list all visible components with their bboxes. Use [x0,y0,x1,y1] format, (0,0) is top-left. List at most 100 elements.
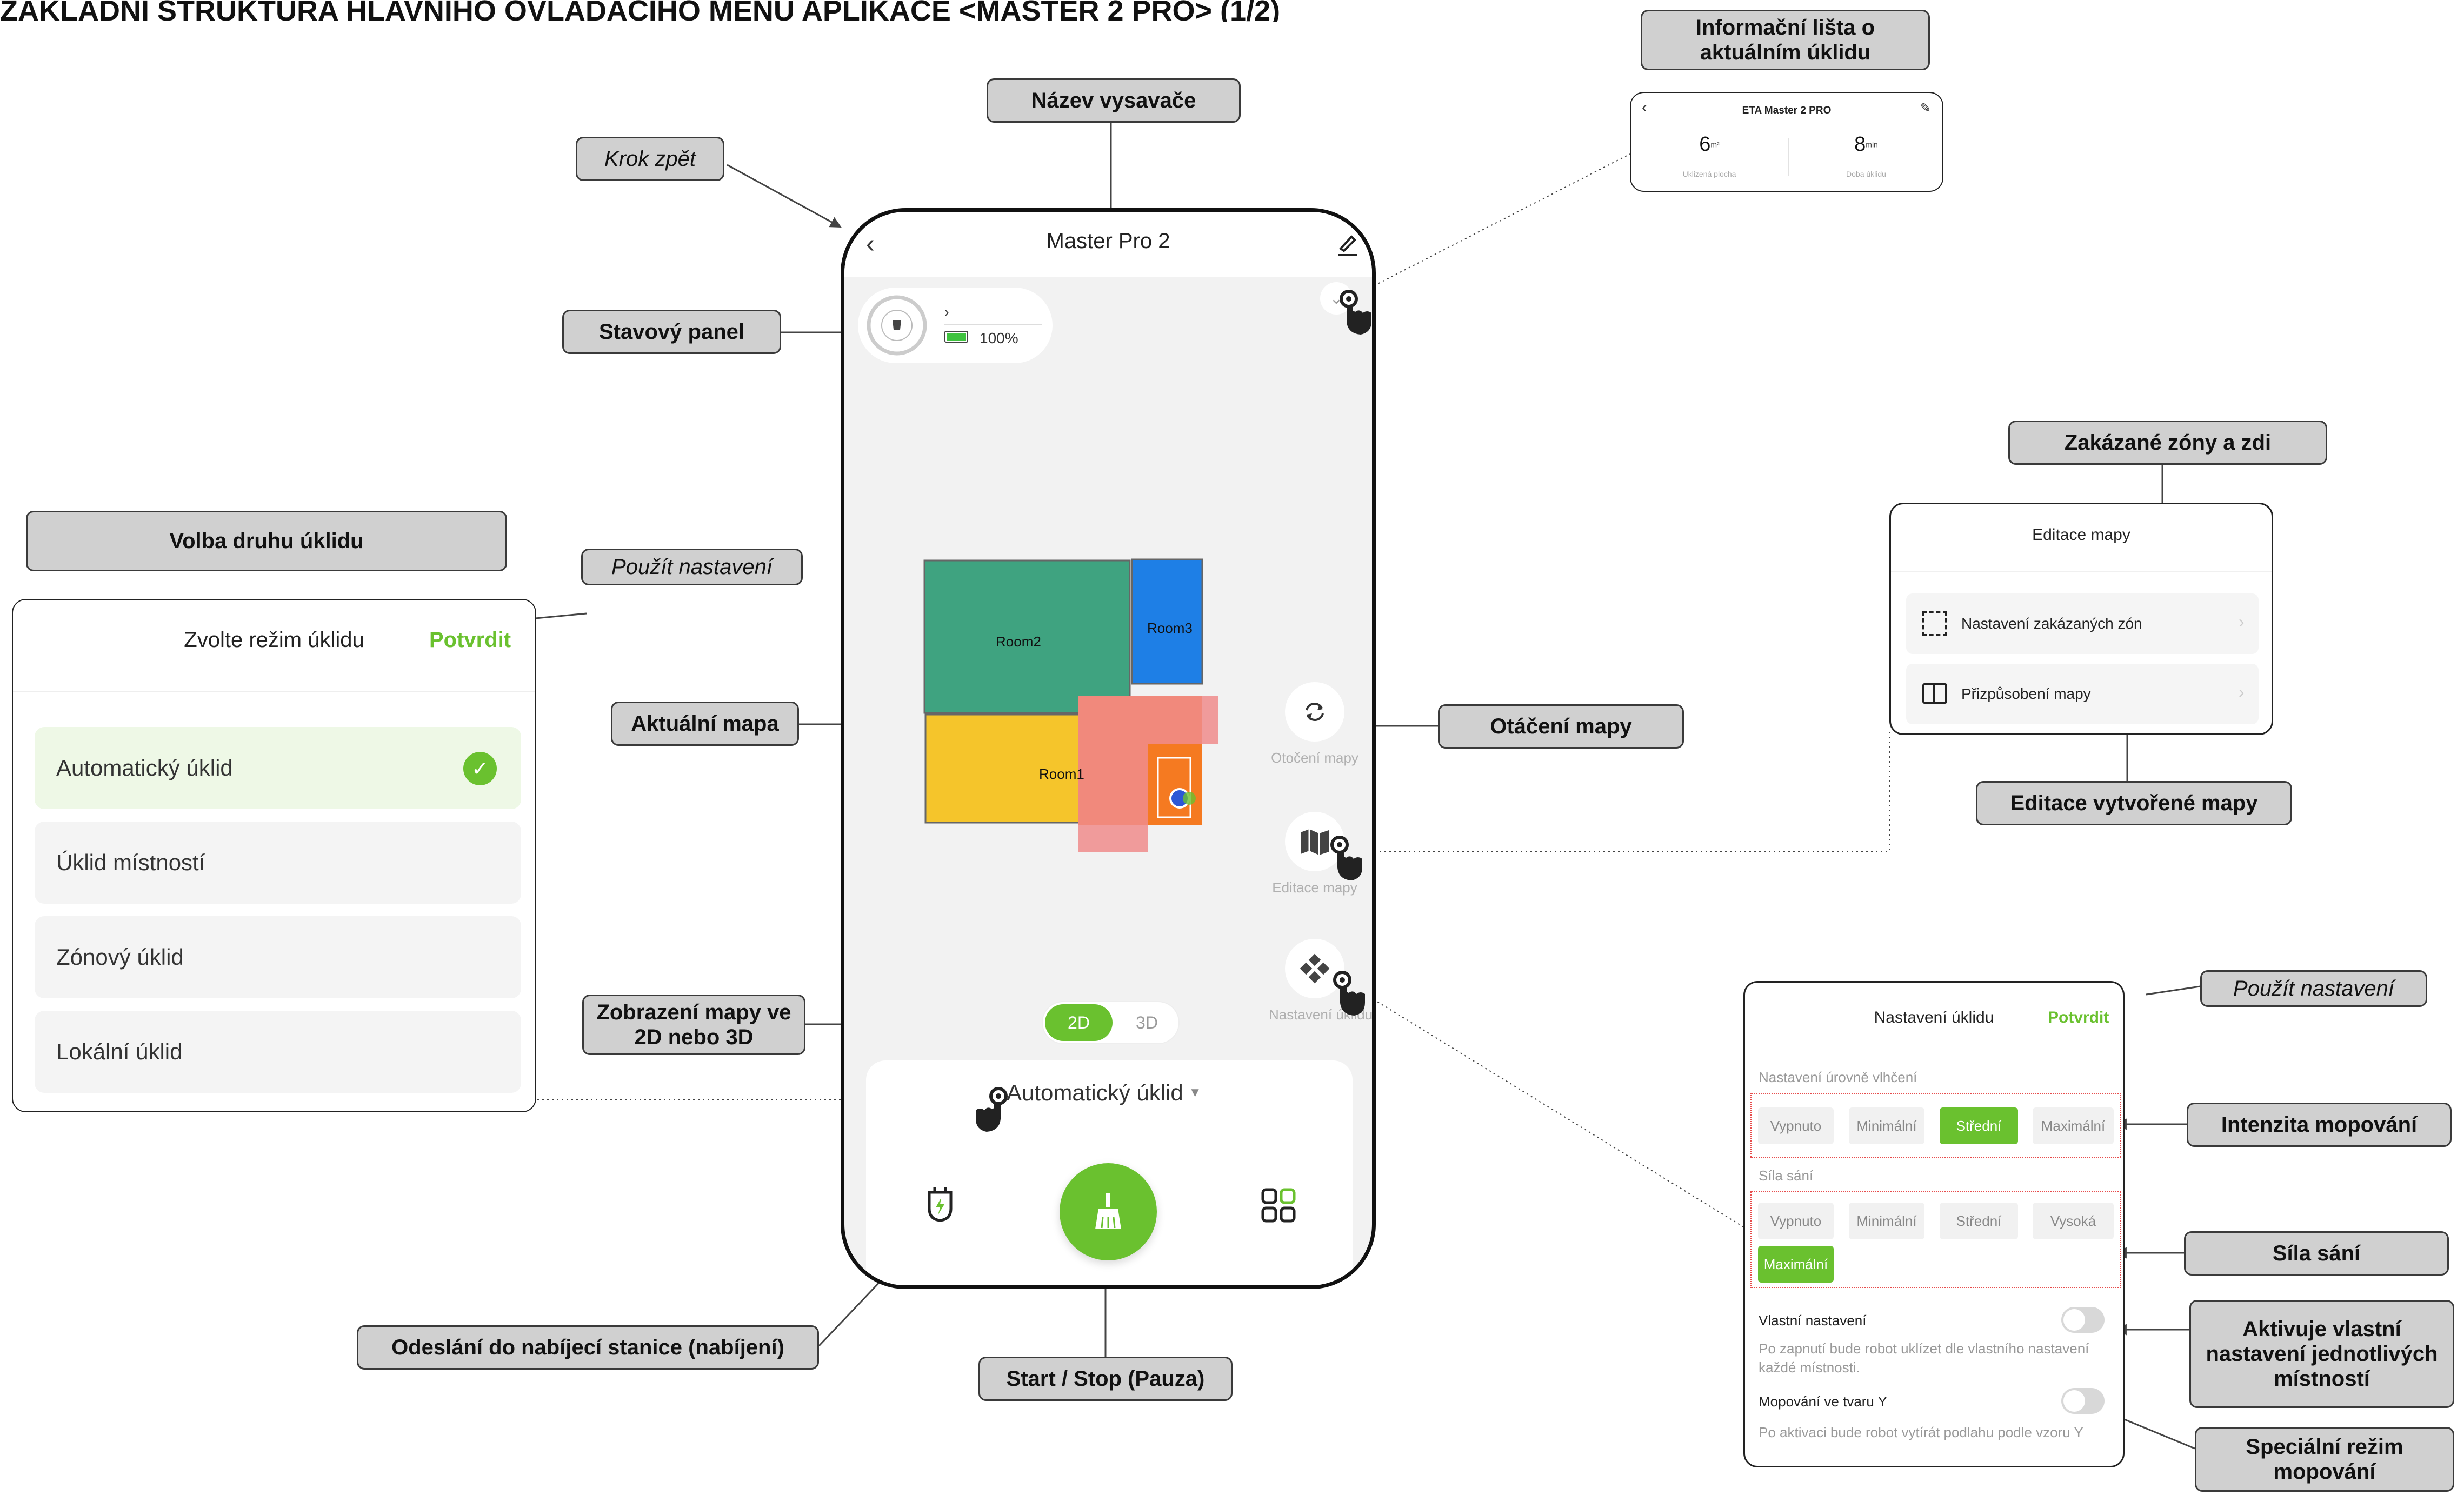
suction-min[interactable]: Minimální [1849,1203,1924,1239]
custom-settings-note: Po zapnutí bude robot uklízet dle vlastn… [1759,1340,2089,1376]
cleaned-area-unit: m² [1710,140,1720,149]
customize-map-item[interactable]: Přizpůsobení mapy › [1906,664,2259,724]
map-icon [1301,829,1329,855]
y-mop-toggle[interactable] [2061,1388,2105,1414]
charging-dock-icon [928,1187,953,1222]
vacuum-name: Master Pro 2 [1046,229,1170,253]
cleaning-time-label: Doba úklidu [1846,170,1886,178]
apps-icon [1261,1188,1296,1223]
custom-settings-toggle[interactable] [2061,1307,2105,1333]
cleaning-mode-label: Automatický úklid [1007,1080,1183,1105]
cleaning-mode-panel: Zvolte režim úklidu Potvrdit Automatický… [12,599,536,1112]
current-map[interactable]: Room2 Room3 Room1 [920,558,1255,860]
suction-off[interactable]: Vypnuto [1758,1203,1834,1239]
battery-level: 100% [980,330,1018,346]
humidity-off[interactable]: Vypnuto [1758,1107,1834,1144]
callout-current-map: Aktuální mapa [611,702,799,746]
rotate-map-button[interactable] [1285,682,1344,742]
view-toggle[interactable]: 2D 3D [1042,1001,1180,1044]
suction-max[interactable]: Maximální [1758,1246,1834,1283]
view-3d-button[interactable]: 3D [1116,1004,1178,1041]
humidity-group: Vypnuto Minimální Střední Maximální [1750,1093,2121,1158]
mode-option-local[interactable]: Lokální úklid [35,1011,521,1093]
suction-high[interactable]: Vysoká [2033,1203,2114,1239]
mode-option-label: Úklid místností [56,850,205,875]
rotate-icon [1306,702,1324,722]
hand-pointer-icon [976,1087,1008,1132]
hand-pointer-icon [1330,836,1362,880]
mode-option-rooms[interactable]: Úklid místností [35,822,521,904]
phone-screen: ‹ Master Pro 2 ⌄ › 100% Room2 Room3 Room… [841,208,1376,1289]
settings-icon [1300,953,1330,984]
info-bar-preview: ‹ ETA Master 2 PRO ✎ 6m² Uklizená plocha… [1630,92,1943,192]
y-mop-title: Mopování ve tvaru Y [1759,1393,1887,1410]
chevron-right-icon: › [2239,612,2245,631]
dashed-square-icon [1922,611,1947,636]
mode-option-label: Automatický úklid [56,755,233,780]
callout-custom-settings: Aktivuje vlastní nastavení jednotlivých … [2189,1300,2454,1408]
mode-option-auto[interactable]: Automatický úklid ✓ [35,727,521,809]
humidity-label: Nastavení úrovně vlhčení [1759,1069,1917,1085]
custom-settings-title: Vlastní nastavení [1759,1312,1867,1329]
callout-no-go-zones: Zakázané zóny a zdi [2008,421,2327,465]
broom-icon [1095,1193,1121,1229]
cleaning-time-value: 8 [1854,133,1866,156]
suction-mid[interactable]: Střední [1940,1203,2018,1239]
apps-button[interactable] [1261,1187,1296,1223]
robot-status-icon [864,293,929,358]
hand-pointer-icon [1333,971,1365,1016]
callout-vacuum-name: Název vysavače [987,78,1241,123]
hand-pointer-icon [1340,290,1371,335]
callout-info-bar: Informační lišta o aktuálním úklidu [1641,10,1930,70]
callout-charging: Odeslání do nabíjecí stanice (nabíjení) [357,1325,819,1370]
room-label: Room2 [996,633,1041,650]
check-icon: ✓ [463,752,497,785]
view-2d-button[interactable]: 2D [1045,1004,1113,1041]
callout-edit-map: Editace vytvořené mapy [1976,781,2292,825]
mode-option-label: Lokální úklid [56,1039,183,1064]
callout-special-mop: Speciální režim mopování [2195,1427,2454,1492]
battery-icon [944,331,968,343]
callout-mop-intensity: Intenzita mopování [2187,1103,2452,1147]
rotate-map-label: Otočení mapy [1271,750,1358,766]
map-layout-icon [1922,683,1947,704]
room-label: Room1 [1039,766,1084,782]
humidity-min[interactable]: Minimální [1849,1107,1924,1144]
callout-status-panel: Stavový panel [562,310,781,354]
start-stop-button[interactable] [1060,1163,1157,1260]
mode-option-zone[interactable]: Zónový úklid [35,916,521,998]
callout-apply-settings: Použít nastavení [2200,970,2427,1007]
cleaning-mode-selector[interactable]: Automatický úklid ▼ [1007,1077,1202,1109]
y-mop-note: Po aktivaci bude robot vytírát podlahu p… [1759,1424,2083,1440]
callout-back: Krok zpět [576,137,724,181]
map-edit-panel: Editace mapy Nastavení zakázaných zón › … [1889,503,2273,735]
settings-confirm-button[interactable]: Potvrdit [2048,1009,2109,1027]
map-edit-title: Editace mapy [2032,526,2130,544]
callout-2d-3d: Zobrazení mapy ve 2D nebo 3D [582,995,805,1055]
mode-option-label: Zónový úklid [56,944,184,970]
cleaned-area-value: 6 [1699,133,1711,156]
mode-confirm-button[interactable]: Potvrdit [429,628,511,652]
callout-start-stop: Start / Stop (Pauza) [978,1357,1233,1401]
room-label: Room3 [1147,620,1193,636]
customize-map-label: Přizpůsobení mapy [1961,685,2091,702]
humidity-max[interactable]: Maximální [2033,1107,2114,1144]
callout-rotate-map: Otáčení mapy [1438,704,1684,749]
no-go-zones-label: Nastavení zakázaných zón [1961,615,2142,632]
status-panel[interactable]: › 100% [858,288,1053,363]
floor-map [923,558,1218,852]
suction-label: Síla sání [1759,1167,1814,1184]
cleaned-area-label: Uklizená plocha [1682,170,1736,178]
info-bar-title: ETA Master 2 PRO [1742,105,1832,116]
edit-name-icon: ✎ [1920,101,1932,116]
suction-group: Vypnuto Minimální Střední Vysoká Maximál… [1750,1191,2121,1288]
cleaning-settings-panel: Nastavení úklidu Potvrdit Nastavení úrov… [1743,981,2125,1467]
no-go-zones-item[interactable]: Nastavení zakázaných zón › [1906,593,2259,654]
humidity-mid[interactable]: Střední [1940,1107,2018,1144]
charge-button[interactable] [923,1185,957,1224]
callout-suction: Síla sání [2184,1231,2449,1276]
edit-name-icon[interactable] [1336,232,1358,256]
caret-down-icon: ▼ [1188,1085,1202,1100]
cleaning-time-unit: min [1866,140,1878,149]
callout-mode-choice: Volba druhu úklidu [26,511,507,571]
